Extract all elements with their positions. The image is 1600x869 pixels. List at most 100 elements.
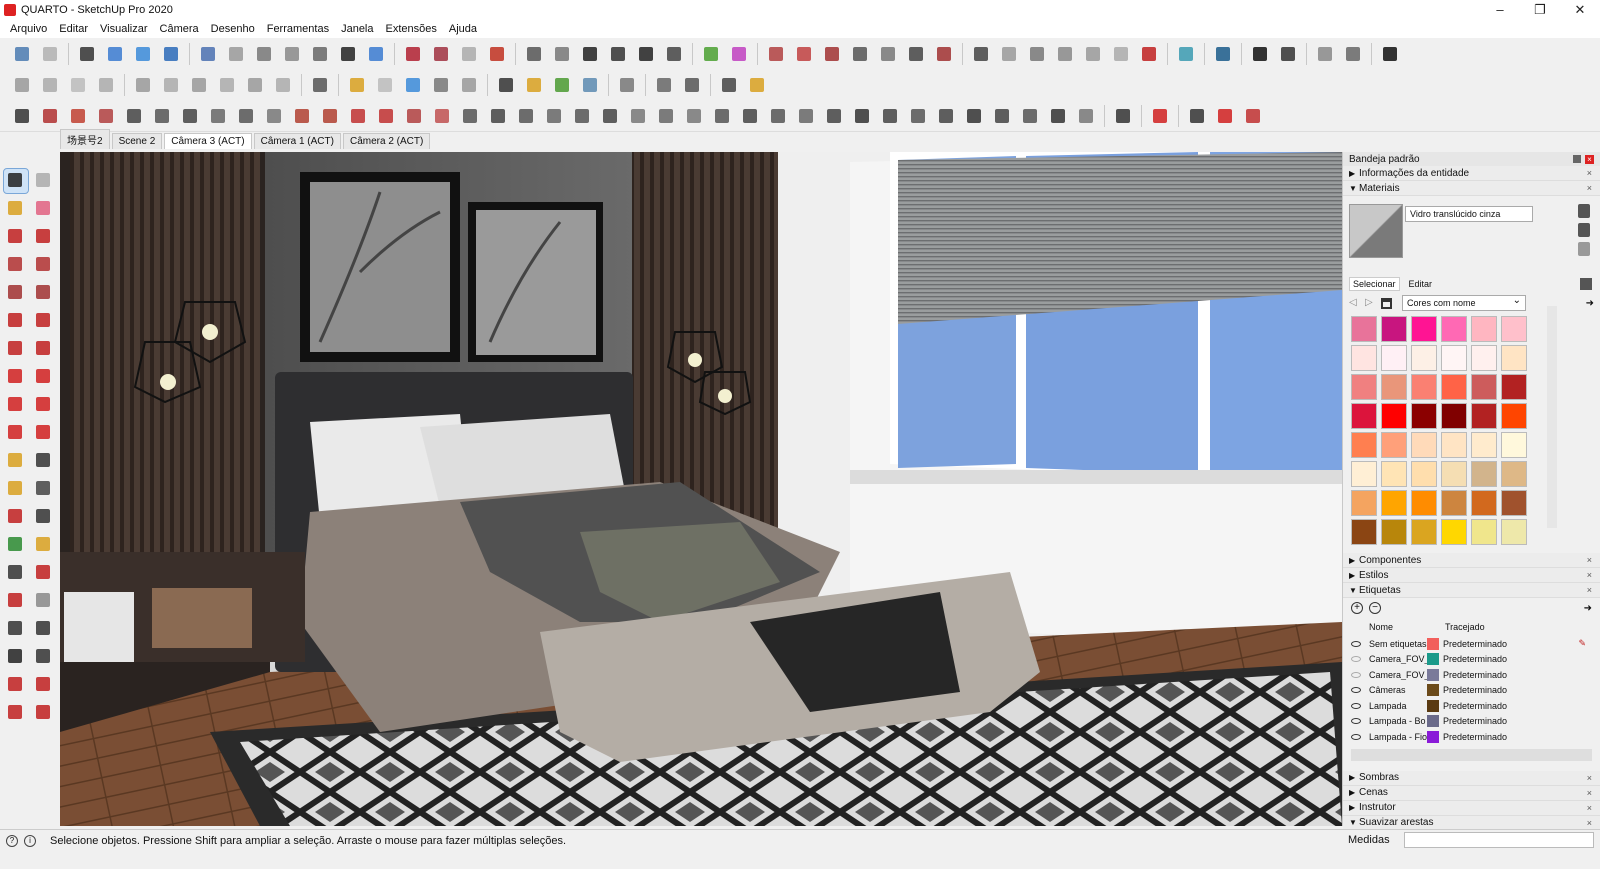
forward-arrow-icon[interactable]: ▷ <box>1365 298 1375 308</box>
tag-row[interactable]: Lampada - Bo Predeterminado <box>1343 714 1600 730</box>
back-edges-icon[interactable] <box>225 43 247 65</box>
column-line[interactable]: Tracejado <box>1445 622 1485 632</box>
shaded-icon[interactable] <box>309 43 331 65</box>
color-swatch[interactable] <box>1351 316 1377 342</box>
shaded-textures-icon[interactable] <box>337 43 359 65</box>
walk-icon[interactable] <box>4 645 28 669</box>
panel-materials[interactable]: ▼ Materiais × <box>1343 181 1600 196</box>
pin-icon[interactable] <box>1573 154 1581 163</box>
top-view-icon[interactable] <box>132 43 154 65</box>
tab-edit[interactable]: Editar <box>1406 278 1436 290</box>
cone-icon[interactable] <box>431 105 453 127</box>
tag-row[interactable]: Camera_FOV_ Predeterminado <box>1343 667 1600 683</box>
cylinder-icon[interactable] <box>487 105 509 127</box>
color-swatch[interactable] <box>1501 519 1527 545</box>
color-swatch[interactable] <box>1381 461 1407 487</box>
panel-close-icon[interactable]: × <box>1587 585 1592 595</box>
panel-entity-info[interactable]: ▶ Informações da entidade × <box>1343 166 1600 181</box>
eye-icon[interactable] <box>1351 687 1361 694</box>
paint-curve-icon[interactable] <box>67 105 89 127</box>
line-red-icon[interactable] <box>347 105 369 127</box>
layout-3-icon[interactable] <box>67 74 89 96</box>
grid-3-icon[interactable] <box>907 105 929 127</box>
color-swatch[interactable] <box>1411 461 1437 487</box>
menu-janela[interactable]: Janela <box>335 23 379 35</box>
color-swatch[interactable] <box>1501 345 1527 371</box>
iso-view-icon[interactable] <box>104 43 126 65</box>
tag-line-style[interactable]: Predeterminado <box>1443 716 1507 726</box>
arc-red-icon[interactable] <box>375 105 397 127</box>
lumion-icon[interactable] <box>1212 43 1234 65</box>
color-swatch[interactable] <box>1441 403 1467 429</box>
stairs-icon[interactable] <box>599 105 621 127</box>
color-swatch[interactable] <box>1351 345 1377 371</box>
color-swatch[interactable] <box>1381 345 1407 371</box>
gear-icon[interactable] <box>1379 43 1401 65</box>
panel-close-icon[interactable]: × <box>1587 555 1592 565</box>
move-icon[interactable] <box>4 365 28 389</box>
component-icon[interactable] <box>402 43 424 65</box>
grid-2-icon[interactable] <box>879 105 901 127</box>
color-swatch[interactable] <box>1501 432 1527 458</box>
color-swatch[interactable] <box>1501 316 1527 342</box>
tag-color-swatch[interactable] <box>1427 668 1439 681</box>
erase-icon[interactable] <box>39 43 61 65</box>
plugin-red-3-icon[interactable] <box>821 43 843 65</box>
corner-2-icon[interactable] <box>319 105 341 127</box>
rotated-rectangle-icon[interactable] <box>32 253 56 277</box>
panel-scenes[interactable]: ▶ Cenas × <box>1343 785 1600 801</box>
material-swatch[interactable] <box>1349 204 1403 258</box>
arrow-left-icon[interactable] <box>571 105 593 127</box>
color-swatch[interactable] <box>1411 432 1437 458</box>
xray-icon[interactable] <box>197 43 219 65</box>
front-view-icon[interactable] <box>160 43 182 65</box>
send-2-icon[interactable] <box>1110 43 1132 65</box>
sliders-2-icon[interactable] <box>681 74 703 96</box>
speech-bubble-icon[interactable] <box>718 74 740 96</box>
color-swatch[interactable] <box>1381 519 1407 545</box>
color-swatch[interactable] <box>1351 490 1377 516</box>
fan-1-icon[interactable] <box>655 105 677 127</box>
color-swatch[interactable] <box>1501 403 1527 429</box>
color-swatch[interactable] <box>1471 403 1497 429</box>
extensions-red-icon[interactable] <box>4 701 28 725</box>
tag-color-swatch[interactable] <box>1427 637 1439 650</box>
dynamic-component-icon[interactable] <box>486 43 508 65</box>
color-swatch[interactable] <box>1471 345 1497 371</box>
color-swatch[interactable] <box>1441 519 1467 545</box>
curve-red-icon[interactable] <box>39 105 61 127</box>
tag-red-icon[interactable] <box>1242 105 1264 127</box>
panel-styles[interactable]: ▶ Estilos × <box>1343 568 1600 583</box>
color-swatch[interactable] <box>1351 432 1377 458</box>
corner-1-icon[interactable] <box>291 105 313 127</box>
delete-tag-icon[interactable]: − <box>1369 602 1381 614</box>
stop-icon[interactable] <box>1277 43 1299 65</box>
back-arrow-icon[interactable]: ◁ <box>1349 298 1359 308</box>
measure-line-icon[interactable] <box>1112 105 1134 127</box>
color-swatch[interactable] <box>1351 374 1377 400</box>
rotate-icon[interactable] <box>4 393 28 417</box>
panel-tags[interactable]: ▼ Etiquetas × <box>1343 583 1600 598</box>
tag-row[interactable]: Câmeras Predeterminado <box>1343 683 1600 699</box>
menu-camera[interactable]: Câmera <box>154 23 205 35</box>
panel-close-icon[interactable]: × <box>1587 168 1592 178</box>
shape-3-icon[interactable] <box>207 105 229 127</box>
plugin-red-2-icon[interactable] <box>793 43 815 65</box>
leaf-shape-icon[interactable] <box>543 105 565 127</box>
scene-tab-2[interactable]: Scene 2 <box>111 133 163 149</box>
color-swatch[interactable] <box>1501 461 1527 487</box>
pie-icon[interactable] <box>32 337 56 361</box>
panel-shadows[interactable]: ▶ Sombras × <box>1343 770 1600 786</box>
panel-close-icon[interactable]: × <box>1587 803 1592 813</box>
menu-desenho[interactable]: Desenho <box>205 23 261 35</box>
color-swatch[interactable] <box>1471 519 1497 545</box>
color-swatch[interactable] <box>1411 519 1437 545</box>
bars-icon[interactable] <box>459 105 481 127</box>
house-icon[interactable] <box>607 43 629 65</box>
color-swatch[interactable] <box>1351 519 1377 545</box>
stop-render-icon[interactable] <box>1138 43 1160 65</box>
paint-bucket-icon[interactable] <box>4 197 28 221</box>
tag-color-swatch[interactable] <box>1427 715 1439 728</box>
camera-photo-icon[interactable] <box>458 74 480 96</box>
reel-3-icon[interactable] <box>1054 43 1076 65</box>
